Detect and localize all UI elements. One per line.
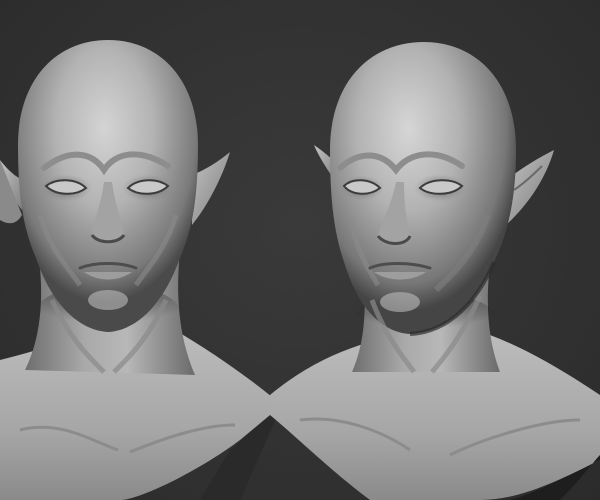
bust-render: [0, 40, 600, 500]
three-quarter-view-bust: [270, 42, 600, 500]
front-view-bust: [0, 40, 282, 500]
sculpt-viewport: [0, 0, 600, 500]
